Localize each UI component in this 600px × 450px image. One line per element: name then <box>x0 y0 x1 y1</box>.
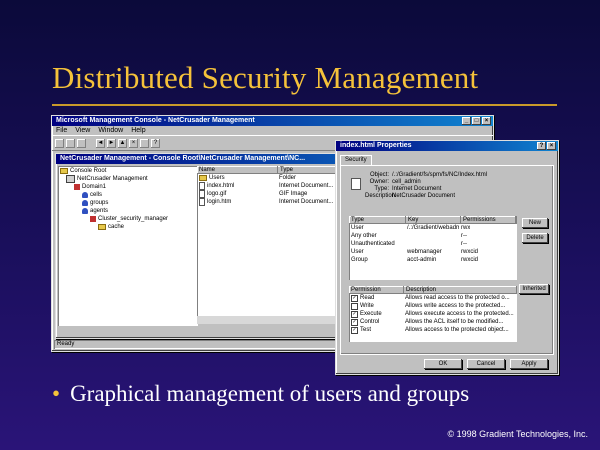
title-divider <box>52 104 557 106</box>
tree-item[interactable]: agents <box>60 207 196 215</box>
delete-button[interactable]: Delete <box>522 233 548 243</box>
permission-checkbox[interactable]: ✓ <box>351 326 358 334</box>
inherited-button[interactable]: Inherited <box>519 284 549 294</box>
domain-icon <box>74 184 80 190</box>
tree-item[interactable]: groups <box>60 199 196 207</box>
field-owner: Owner: cell_admin <box>369 179 421 185</box>
console-icon <box>66 175 75 183</box>
menu-window[interactable]: Window <box>98 126 123 135</box>
manager-icon <box>90 216 96 222</box>
forward-icon[interactable]: ► <box>107 138 116 148</box>
document-icon <box>199 182 205 190</box>
permission-checkbox[interactable]: ✓ <box>351 318 358 326</box>
tree-pane: Console Root NetCrusader Management Doma… <box>58 166 198 326</box>
field-object: Object:/.:/Gradient/fs/spm/fs/NC/Index.h… <box>369 172 488 178</box>
acl-row[interactable]: User/.:/Gradient/webadminrwx <box>349 224 517 232</box>
agents-icon <box>82 208 88 214</box>
tree-item[interactable]: cells <box>60 191 196 199</box>
folder-icon <box>60 168 68 174</box>
tree-item[interactable]: NetCrusader Management <box>60 175 196 183</box>
column-name[interactable]: Name <box>197 166 278 174</box>
slide-title: Distributed Security Management <box>52 60 479 95</box>
minimize-button[interactable]: _ <box>462 117 471 125</box>
folder-icon <box>199 175 207 181</box>
permission-row[interactable]: ✓ Read Allows read access to the protected… <box>349 294 517 302</box>
child-title: NetCrusader Management - Console Root\Ne… <box>60 155 306 162</box>
document-icon <box>199 198 205 206</box>
tree-item[interactable]: Cluster_security_manager <box>60 215 196 223</box>
tree-item[interactable]: cache <box>60 223 196 231</box>
delete-icon[interactable]: × <box>129 138 138 148</box>
document-icon <box>351 178 361 190</box>
image-icon <box>199 190 205 198</box>
properties-titlebar[interactable]: index.html Properties ? × <box>336 141 558 151</box>
open-icon[interactable] <box>66 138 75 148</box>
help-button[interactable]: ? <box>537 142 546 150</box>
permission-row[interactable]: ✓ Execute Allows execute access to the pro… <box>349 310 517 318</box>
bullet-icon: • <box>52 381 61 406</box>
menu-file[interactable]: File <box>56 126 67 135</box>
bullet-text: Graphical management of users and groups <box>70 381 470 406</box>
field-type: Type: Internet Document <box>374 186 442 192</box>
menu-view[interactable]: View <box>75 126 90 135</box>
tab-security[interactable]: Security <box>340 155 372 165</box>
bullet-point: • Graphical management of users and group… <box>52 381 469 407</box>
new-button[interactable]: New <box>522 218 548 228</box>
folder-icon <box>98 224 106 230</box>
permission-checkbox[interactable]: ✓ <box>351 294 358 302</box>
close-button[interactable]: × <box>482 117 491 125</box>
maximize-button[interactable]: □ <box>472 117 481 125</box>
mmc-titlebar[interactable]: Microsoft Management Console - NetCrusad… <box>52 116 493 126</box>
save-icon[interactable] <box>77 138 86 148</box>
groups-icon <box>82 200 88 206</box>
mmc-title: Microsoft Management Console - NetCrusad… <box>56 117 255 124</box>
acl-row[interactable]: Any other r-- <box>349 232 517 240</box>
permissions-header: Permission Description <box>349 286 517 294</box>
up-icon[interactable]: ▲ <box>118 138 127 148</box>
ok-button[interactable]: OK <box>424 359 462 369</box>
help-icon[interactable]: ? <box>151 138 160 148</box>
tree-item[interactable]: Console Root <box>60 167 196 175</box>
close-button[interactable]: × <box>547 142 556 150</box>
acl-list: Type Key Permissions User/.:/Gradient/we… <box>349 216 517 280</box>
new-icon[interactable] <box>55 138 64 148</box>
permission-row[interactable]: ✓ Control Allows the ACL itself to be modi… <box>349 318 517 326</box>
cells-icon <box>82 192 88 198</box>
acl-row[interactable]: Unauthenticated r-- <box>349 240 517 248</box>
tree-item[interactable]: Domain1 <box>60 183 196 191</box>
acl-header: Type Key Permissions <box>349 216 517 224</box>
mmc-menubar: File View Window Help <box>52 126 493 135</box>
apply-button[interactable]: Apply <box>510 359 548 369</box>
acl-row[interactable]: Group acct-admin rwxcid <box>349 256 517 264</box>
field-description: Description: NetCrusader Document <box>365 193 456 199</box>
permissions-list: Permission Description ✓ Read Allows read … <box>349 286 517 342</box>
properties-icon[interactable] <box>140 138 149 148</box>
properties-title: index.html Properties <box>340 142 412 149</box>
permission-checkbox[interactable]: ✓ <box>351 310 358 318</box>
copyright-footer: © 1998 Gradient Technologies, Inc. <box>447 429 588 439</box>
permission-row[interactable]: Write Allows write access to the protecte… <box>349 302 517 310</box>
tab-panel: Object:/.:/Gradient/fs/spm/fs/NC/Index.h… <box>340 165 554 355</box>
permission-checkbox[interactable] <box>351 302 358 310</box>
cancel-button[interactable]: Cancel <box>467 359 505 369</box>
properties-dialog: index.html Properties ? × Security Objec… <box>335 140 559 375</box>
permission-row[interactable]: ✓ Test Allows access to the protected obje… <box>349 326 517 334</box>
back-icon[interactable]: ◄ <box>96 138 105 148</box>
acl-row[interactable]: User webmanager rwxcid <box>349 248 517 256</box>
menu-help[interactable]: Help <box>131 126 145 135</box>
